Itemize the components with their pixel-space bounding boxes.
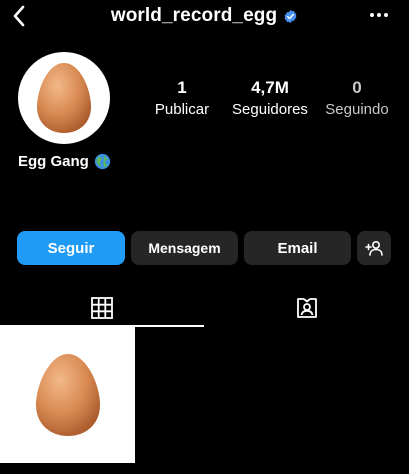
display-name-row: Egg Gang — [18, 153, 111, 170]
follow-button[interactable]: Seguir — [17, 231, 125, 265]
top-bar: world_record_egg — [0, 0, 409, 36]
verified-badge-icon — [283, 9, 298, 24]
globe-emoji-icon — [94, 153, 111, 170]
profile-header: world_record_egg — [0, 5, 409, 27]
stat-followers-label: Seguidores — [232, 101, 308, 118]
grid-icon — [91, 297, 113, 319]
more-options-icon[interactable] — [367, 6, 391, 24]
stat-posts-label: Publicar — [154, 101, 210, 118]
stat-followers[interactable]: 4,7M Seguidores — [222, 78, 318, 120]
tagged-user-icon — [296, 298, 317, 318]
tab-tagged[interactable] — [204, 290, 409, 326]
egg-image — [37, 63, 91, 133]
post-thumbnail[interactable] — [0, 327, 135, 463]
add-person-icon — [365, 240, 383, 256]
profile-avatar[interactable] — [18, 52, 110, 144]
stat-posts-value: 1 — [177, 78, 187, 97]
tab-posts-grid[interactable] — [0, 290, 204, 326]
add-person-button[interactable] — [357, 231, 391, 265]
stat-followers-value: 4,7M — [251, 78, 289, 97]
display-name: Egg Gang — [18, 153, 89, 170]
stat-following-label: Seguindo — [325, 101, 389, 118]
username-title: world_record_egg — [110, 5, 278, 26]
message-button[interactable]: Mensagem — [131, 231, 238, 265]
stat-posts[interactable]: 1 Publicar — [134, 78, 230, 120]
egg-image — [35, 354, 100, 436]
email-button[interactable]: Email — [244, 231, 351, 265]
stat-following[interactable]: 0 Seguindo — [309, 78, 405, 120]
stat-following-value: 0 — [352, 78, 362, 97]
